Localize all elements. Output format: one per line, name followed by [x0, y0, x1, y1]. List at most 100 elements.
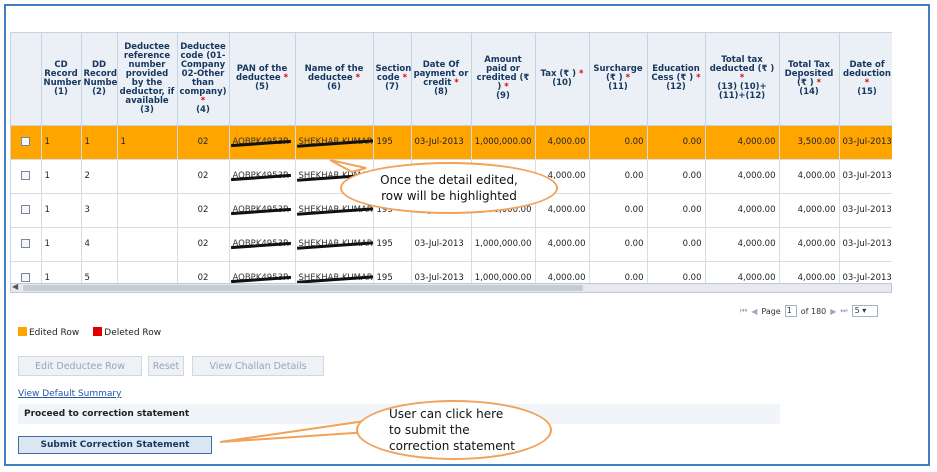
row-select-cell — [11, 125, 42, 160]
triangle-left-icon[interactable]: ◀ — [12, 282, 18, 291]
redacted-value: SHEKHAR KUMAR — [298, 239, 373, 249]
cell-cd: 1 — [41, 227, 82, 262]
pagination: ⏮ ◀ Page 1 of 180 ▶ ⏭ 5 ▾ — [740, 304, 920, 318]
cell-ref — [117, 159, 178, 194]
cell-dd: 4 — [81, 227, 118, 262]
page-label: Page — [761, 306, 781, 316]
table-row[interactable]: 1 1 1 02 AOBPK4953R SHEKHAR KUMAR 195 03-Jul-20… — [11, 125, 892, 160]
column-header-label: Total Tax Deposited (₹ ) — [784, 59, 834, 88]
cell-ded-date: 03-Jul-2013 — [839, 227, 892, 262]
column-number: (1) — [54, 86, 68, 97]
cell-pan: AOBPK4953R — [229, 159, 296, 194]
highlight-callout: Once the detail edited, row will be high… — [340, 162, 558, 214]
row-checkbox[interactable] — [21, 273, 31, 282]
cell-amount: 1,000,000.00 — [471, 227, 536, 262]
column-number: (11) — [608, 82, 628, 93]
column-number: (6) — [327, 82, 341, 93]
cell-surcharge: 0.00 — [589, 125, 648, 160]
column-number: (8) — [434, 86, 448, 97]
page-input[interactable]: 1 — [784, 305, 797, 317]
table-row[interactable]: 1 4 02 AOBPK4953R SHEKHAR KUMAR 195 03-Jul-201… — [11, 227, 892, 262]
cell-code: 02 — [177, 159, 230, 194]
column-header: PAN of the deductee * (5) — [229, 33, 296, 126]
view-challan-details-button[interactable]: View Challan Details — [192, 356, 324, 376]
cell-cd: 1 — [41, 159, 82, 194]
cell-tax: 4,000.00 — [535, 125, 590, 160]
column-number: (5) — [255, 82, 269, 93]
redacted-value: AOBPK4953R — [232, 273, 289, 283]
page-size-select[interactable]: 5 ▾ — [851, 305, 878, 317]
column-number: (15) — [857, 86, 877, 97]
cell-total-deposited: 4,000.00 — [779, 227, 840, 262]
cell-pan: AOBPK4953R — [229, 193, 296, 228]
column-header: Surcharge (₹ ) * (11) — [589, 33, 648, 126]
column-header: Deductee code (01-Company 02-Other than … — [177, 33, 230, 126]
cell-ref: 1 — [117, 125, 178, 160]
cell-dd: 2 — [81, 159, 118, 194]
prev-page-icon[interactable]: ◀ — [751, 307, 757, 316]
cell-surcharge: 0.00 — [589, 193, 648, 228]
cell-pay-date: 03-Jul-2013 — [411, 227, 472, 262]
legend-edited-label: Edited Row — [29, 328, 80, 338]
last-page-icon[interactable]: ⏭ — [840, 306, 847, 316]
highlight-callout-text: Once the detail edited, row will be high… — [380, 173, 518, 203]
row-checkbox[interactable] — [21, 205, 31, 214]
row-checkbox[interactable] — [21, 171, 31, 180]
proceed-label: Proceed to correction statement — [24, 409, 190, 419]
view-default-summary-link[interactable]: View Default Summary — [18, 389, 121, 399]
column-header-label: Surcharge (₹ ) — [593, 64, 643, 84]
column-header: Date of deduction * (15) — [839, 33, 892, 126]
column-number: (13) (10)+(11)+(12) — [717, 82, 767, 102]
column-header: Amount paid or credited (₹ ) * (9) — [471, 33, 536, 126]
cell-name: SHEKHAR KUMAR — [295, 227, 374, 262]
redacted-value: AOBPK4953R — [232, 137, 289, 147]
column-header: Deductee reference number provided by th… — [117, 33, 178, 126]
cell-cess: 0.00 — [647, 193, 706, 228]
column-header: Tax (₹ ) * (10) — [535, 33, 590, 126]
first-page-icon[interactable]: ⏮ — [740, 306, 747, 316]
cell-tax: 4,000.00 — [535, 227, 590, 262]
scrollbar-thumb[interactable] — [23, 285, 583, 291]
cell-total-deposited: 4,000.00 — [779, 159, 840, 194]
edit-deductee-row-button[interactable]: Edit Deductee Row — [18, 356, 142, 376]
column-header-label: Date of deduction — [843, 59, 891, 79]
page-size-value: 5 — [854, 306, 860, 315]
table-header-row: CD Record Number(1)DD Record Number(2)De… — [11, 33, 892, 126]
column-header-label: PAN of the deductee — [235, 64, 288, 84]
legend-deleted: Deleted Row — [93, 327, 161, 338]
required-marker: * — [451, 77, 459, 88]
column-header — [11, 33, 42, 126]
row-checkbox[interactable] — [21, 137, 31, 146]
column-header-label: DD Record Number — [83, 59, 117, 88]
required-marker: * — [693, 73, 701, 84]
cell-pan: AOBPK4953R — [229, 227, 296, 262]
cell-code: 02 — [177, 227, 230, 262]
column-number: (2) — [92, 86, 106, 97]
cell-pan: AOBPK4953R — [229, 125, 296, 160]
reset-button[interactable]: Reset — [148, 356, 184, 376]
cell-code: 02 — [177, 193, 230, 228]
cell-code: 02 — [177, 125, 230, 160]
row-select-cell — [11, 227, 42, 262]
column-header-label: Total tax deducted (₹ ) — [709, 55, 775, 75]
column-header: DD Record Number(2) — [81, 33, 118, 126]
cell-ref — [117, 227, 178, 262]
row-checkbox[interactable] — [21, 239, 31, 248]
redacted-value: AOBPK4953R — [232, 171, 289, 181]
cell-total-deposited: 3,500.00 — [779, 125, 840, 160]
cell-ded-date: 03-Jul-2013 — [839, 125, 892, 160]
column-number: (12) — [666, 82, 686, 93]
cell-amount: 1,000,000.00 — [471, 125, 536, 160]
horizontal-scrollbar[interactable]: ◀ — [10, 282, 892, 293]
column-header: Date Of payment or credit * (8) — [411, 33, 472, 126]
cell-total-deducted: 4,000.00 — [705, 125, 780, 160]
submit-correction-statement-button[interactable]: Submit Correction Statement — [18, 436, 212, 454]
column-number: (9) — [496, 91, 510, 102]
column-header: Total Tax Deposited (₹ ) * (14) — [779, 33, 840, 126]
legend-deleted-label: Deleted Row — [104, 328, 162, 338]
column-number: (4) — [196, 104, 210, 115]
row-legend: Edited Row Deleted Row — [18, 327, 161, 338]
page-count: of 180 — [800, 306, 827, 316]
cell-section: 195 — [373, 125, 412, 160]
next-page-icon[interactable]: ▶ — [830, 307, 836, 316]
